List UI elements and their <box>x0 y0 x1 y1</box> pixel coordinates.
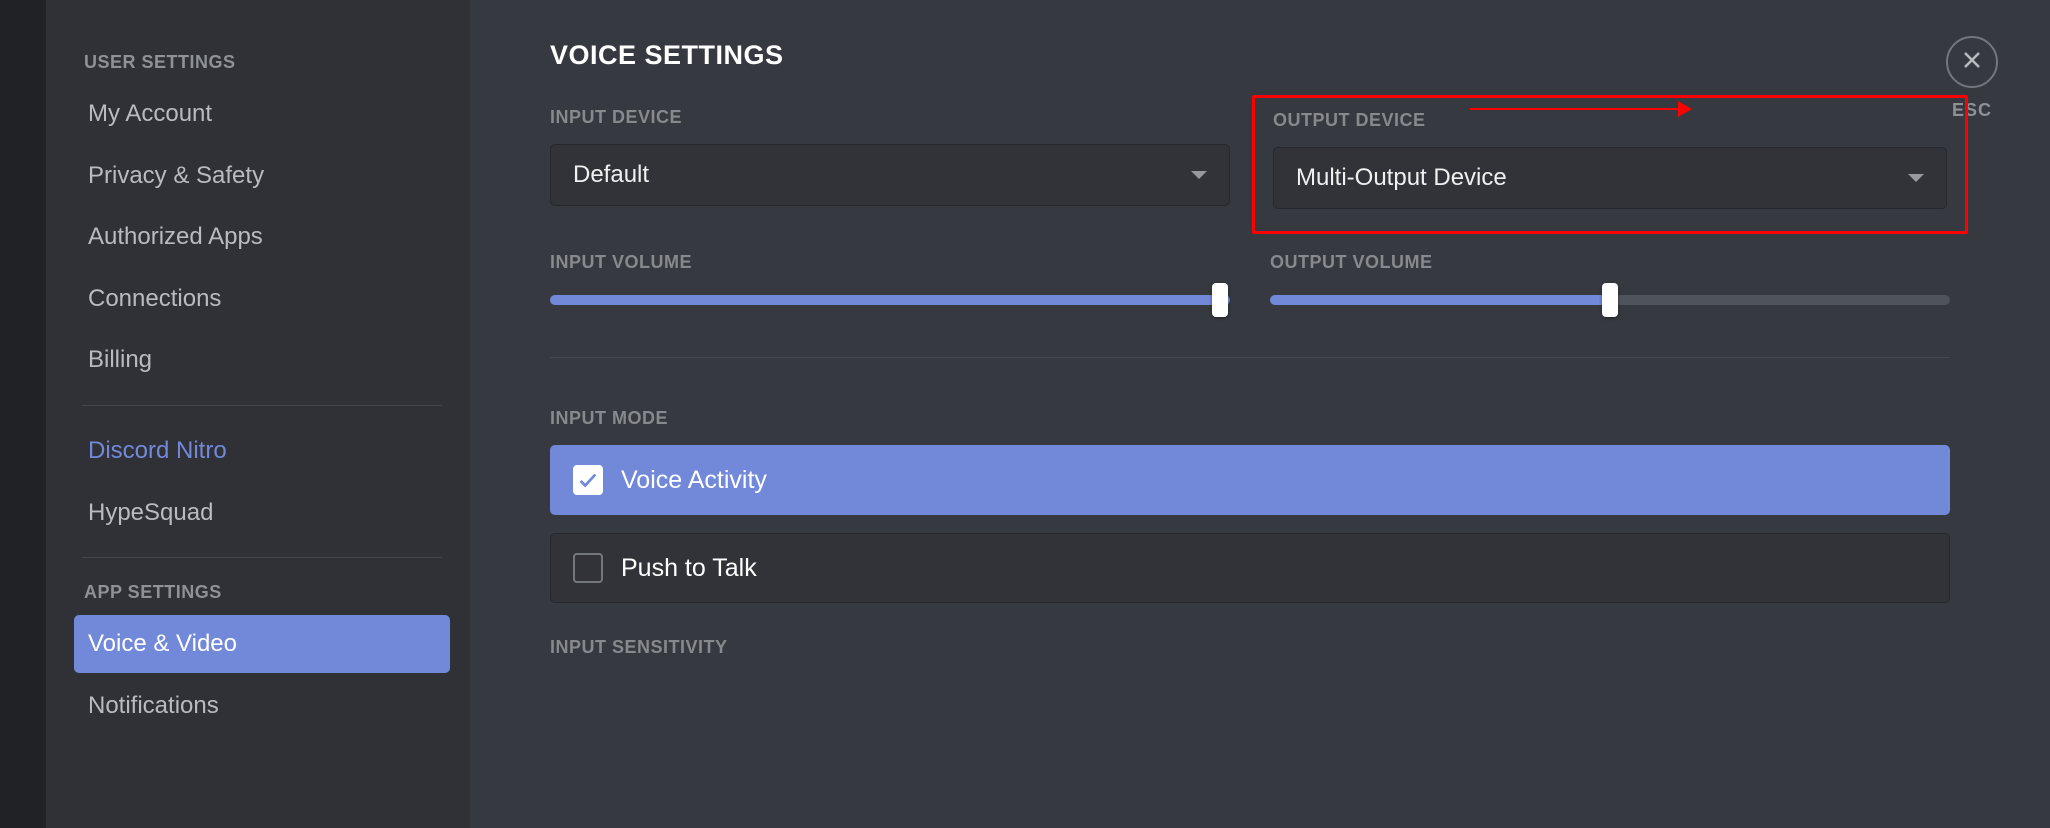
output-device-select[interactable]: Multi-Output Device <box>1273 147 1947 209</box>
chevron-down-icon <box>1191 171 1207 179</box>
input-device-label: INPUT DEVICE <box>550 107 1230 128</box>
sidebar-item-voice-video[interactable]: Voice & Video <box>74 615 450 673</box>
output-volume-slider[interactable] <box>1270 289 1950 311</box>
input-sensitivity-label: INPUT SENSITIVITY <box>550 637 1950 658</box>
output-device-label: OUTPUT DEVICE <box>1273 110 1947 131</box>
input-mode-voice-activity[interactable]: Voice Activity <box>550 445 1950 515</box>
sidebar-divider <box>82 405 442 406</box>
input-mode-label: INPUT MODE <box>550 408 1950 429</box>
slider-thumb[interactable] <box>1602 283 1618 317</box>
page-title: VOICE SETTINGS <box>550 40 1950 71</box>
settings-sidebar: USER SETTINGS My Account Privacy & Safet… <box>0 0 470 828</box>
checkbox-checked-icon <box>573 465 603 495</box>
voice-activity-label: Voice Activity <box>621 466 767 495</box>
push-to-talk-label: Push to Talk <box>621 554 757 583</box>
annotation-highlight-box: OUTPUT DEVICE Multi-Output Device <box>1252 95 1968 234</box>
sidebar-item-my-account[interactable]: My Account <box>74 85 450 143</box>
input-volume-label: INPUT VOLUME <box>550 252 1230 273</box>
sidebar-item-hypesquad[interactable]: HypeSquad <box>74 484 450 542</box>
output-volume-label: OUTPUT VOLUME <box>1270 252 1950 273</box>
input-volume-slider[interactable] <box>550 289 1230 311</box>
settings-main: ESC VOICE SETTINGS INPUT DEVICE Default … <box>470 0 2050 828</box>
chevron-down-icon <box>1908 174 1924 182</box>
sidebar-item-billing[interactable]: Billing <box>74 331 450 389</box>
sidebar-item-authorized-apps[interactable]: Authorized Apps <box>74 208 450 266</box>
section-divider <box>550 357 1950 358</box>
sidebar-item-connections[interactable]: Connections <box>74 270 450 328</box>
sidebar-item-notifications[interactable]: Notifications <box>74 677 450 735</box>
sidebar-item-discord-nitro[interactable]: Discord Nitro <box>74 422 450 480</box>
slider-thumb[interactable] <box>1212 283 1228 317</box>
user-settings-header: USER SETTINGS <box>74 44 450 81</box>
close-button[interactable] <box>1946 36 1998 88</box>
output-device-value: Multi-Output Device <box>1296 164 1507 192</box>
input-device-value: Default <box>573 161 649 189</box>
input-mode-push-to-talk[interactable]: Push to Talk <box>550 533 1950 603</box>
input-device-select[interactable]: Default <box>550 144 1230 206</box>
close-icon <box>1960 48 1984 77</box>
sidebar-item-privacy-safety[interactable]: Privacy & Safety <box>74 147 450 205</box>
checkbox-unchecked-icon <box>573 553 603 583</box>
sidebar-divider <box>82 557 442 558</box>
app-settings-header: APP SETTINGS <box>74 574 450 611</box>
